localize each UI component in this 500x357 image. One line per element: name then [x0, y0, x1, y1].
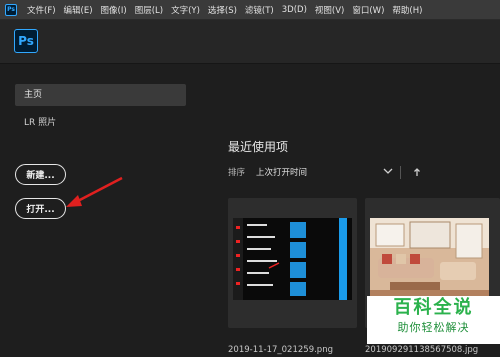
sort-direction-icon[interactable] — [413, 165, 421, 179]
menu-bar: Ps 文件(F) 编辑(E) 图像(I) 图层(L) 文字(Y) 选择(S) 滤… — [0, 0, 500, 20]
file-thumbnail — [233, 218, 352, 300]
menu-view[interactable]: 视图(V) — [315, 4, 344, 16]
menu-type[interactable]: 文字(Y) — [171, 4, 200, 16]
photoshop-logo: Ps — [14, 29, 38, 53]
menu-select[interactable]: 选择(S) — [208, 4, 237, 16]
new-button[interactable]: 新建... — [15, 164, 66, 185]
sort-dropdown[interactable]: 上次打开时间 — [256, 166, 307, 178]
sort-label: 排序 — [228, 168, 246, 178]
watermark-title: 百科全说 — [393, 297, 474, 318]
watermark: 百科全说 助你轻松解决 — [367, 296, 500, 344]
annotation-arrow-icon — [66, 176, 123, 207]
open-button[interactable]: 打开... — [15, 198, 66, 219]
sort-divider — [400, 166, 401, 179]
recent-file-card[interactable] — [228, 198, 357, 328]
menu-edit[interactable]: 编辑(E) — [64, 4, 93, 16]
app-icon[interactable]: Ps — [5, 3, 17, 16]
menu-help[interactable]: 帮助(H) — [392, 4, 422, 16]
menu-filter[interactable]: 滤镜(T) — [245, 4, 274, 16]
sidebar-item-lr-photos[interactable]: LR 照片 — [24, 115, 56, 128]
file-thumbnail — [370, 218, 489, 300]
recent-file-name: 20190929113856750​8.jpg — [365, 345, 479, 355]
menu-3d[interactable]: 3D(D) — [282, 5, 307, 15]
home-header: Ps — [0, 20, 500, 64]
watermark-subtitle: 助你轻松解决 — [397, 321, 470, 334]
menu-layer[interactable]: 图层(L) — [135, 4, 163, 16]
menu-file[interactable]: 文件(F) — [27, 4, 56, 16]
sort-bar: 排序 上次打开时间 — [228, 166, 500, 180]
menu-window[interactable]: 窗口(W) — [352, 4, 384, 16]
recent-title: 最近使用项 — [228, 140, 289, 154]
sidebar-item-home[interactable]: 主页 — [15, 84, 186, 106]
menu-image[interactable]: 图像(I) — [101, 4, 127, 16]
chevron-down-icon[interactable] — [383, 164, 393, 178]
recent-file-name: 2019-11-17_021259.png — [228, 345, 333, 355]
